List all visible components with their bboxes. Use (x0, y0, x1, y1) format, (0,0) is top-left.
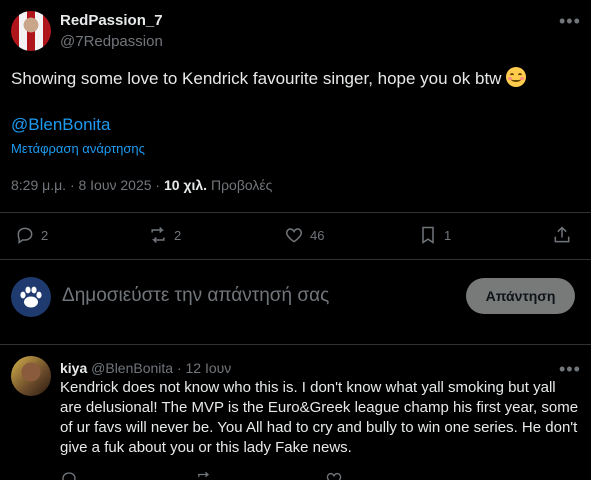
bookmark-button[interactable]: 1 (418, 225, 451, 245)
reply-button[interactable]: 2 (15, 225, 48, 245)
paw-icon (20, 286, 42, 308)
reply-submit-button[interactable]: Απάντηση (466, 278, 575, 314)
reply-icon (17, 227, 33, 244)
reply-action-bar (60, 472, 560, 480)
repost-icon (151, 226, 165, 244)
reply-icon[interactable] (60, 472, 78, 480)
repost-button[interactable]: 2 (148, 225, 181, 245)
reply-text: Kendrick does not know who this is. I do… (60, 379, 579, 456)
like-icon[interactable] (325, 472, 343, 480)
divider (0, 259, 591, 260)
author-display-name[interactable]: RedPassion_7 (60, 12, 163, 29)
post-text: Showing some love to Kendrick favourite … (11, 67, 571, 91)
bookmark-icon (422, 226, 434, 244)
reply-count: 2 (41, 227, 49, 243)
translate-link[interactable]: Μετάφραση ανάρτησης (11, 141, 145, 156)
mention-link[interactable]: @BlenBonita (11, 115, 111, 135)
views-label: Προβολές (207, 177, 273, 193)
share-button[interactable] (552, 225, 572, 245)
divider (0, 344, 591, 345)
author-handle[interactable]: @7Redpassion (60, 33, 163, 50)
repost-count: 2 (174, 227, 182, 243)
reply-input[interactable]: Δημοσιεύστε την απάντησή σας (62, 285, 329, 307)
views-count: 10 χιλ. (163, 177, 208, 193)
more-icon[interactable]: ••• (559, 12, 581, 30)
emoji-icon (506, 67, 527, 87)
post-body: Showing some love to Kendrick favourite … (11, 69, 502, 88)
more-icon[interactable]: ••• (559, 360, 581, 378)
reply-author-name[interactable]: kiya (60, 360, 87, 376)
reply-handle-time[interactable]: @BlenBonita · 12 Ιουν (91, 360, 231, 376)
bookmark-count: 1 (444, 227, 452, 243)
repost-icon[interactable] (195, 472, 213, 480)
divider (0, 212, 591, 213)
like-icon (285, 228, 303, 243)
user-avatar[interactable] (11, 277, 51, 317)
like-count: 46 (310, 227, 325, 243)
share-icon (554, 226, 570, 243)
author-avatar[interactable] (11, 11, 51, 51)
post-time[interactable]: 8:29 μ.μ. · 8 Ιουν 2025 · (11, 177, 164, 193)
post-meta: 8:29 μ.μ. · 8 Ιουν 2025 · 10 χιλ. Προβολ… (11, 177, 272, 193)
reply-author-avatar[interactable] (11, 356, 51, 396)
reply-header: kiya @BlenBonita · 12 Ιουν (60, 360, 231, 376)
like-button[interactable]: 46 (284, 225, 324, 245)
